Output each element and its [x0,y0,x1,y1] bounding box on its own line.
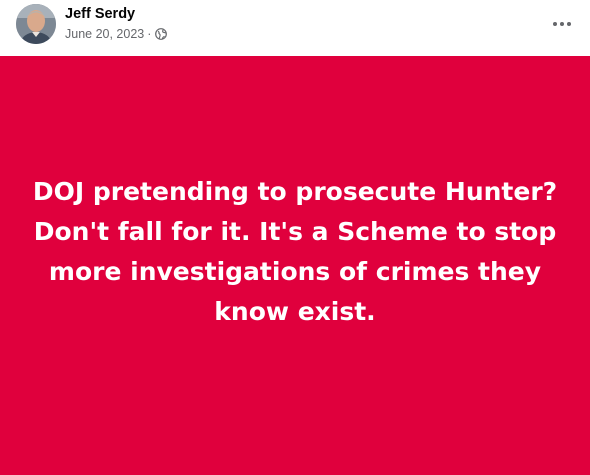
avatar[interactable] [16,4,56,44]
facebook-post: Jeff Serdy June 20, 2023 · DOJ pretendin… [0,0,590,475]
post-date[interactable]: June 20, 2023 [65,26,144,42]
post-text-background: DOJ pretending to prosecute Hunter? Don'… [0,56,590,475]
meta-separator: · [147,27,152,41]
post-header: Jeff Serdy June 20, 2023 · [0,0,590,56]
avatar-photo [16,4,56,44]
globe-icon[interactable] [155,28,168,40]
more-options-button[interactable] [548,10,576,38]
author-name[interactable]: Jeff Serdy [65,5,135,23]
post-meta: June 20, 2023 · [65,26,168,42]
post-text: DOJ pretending to prosecute Hunter? Don'… [32,176,558,326]
more-horizontal-icon [553,22,557,26]
